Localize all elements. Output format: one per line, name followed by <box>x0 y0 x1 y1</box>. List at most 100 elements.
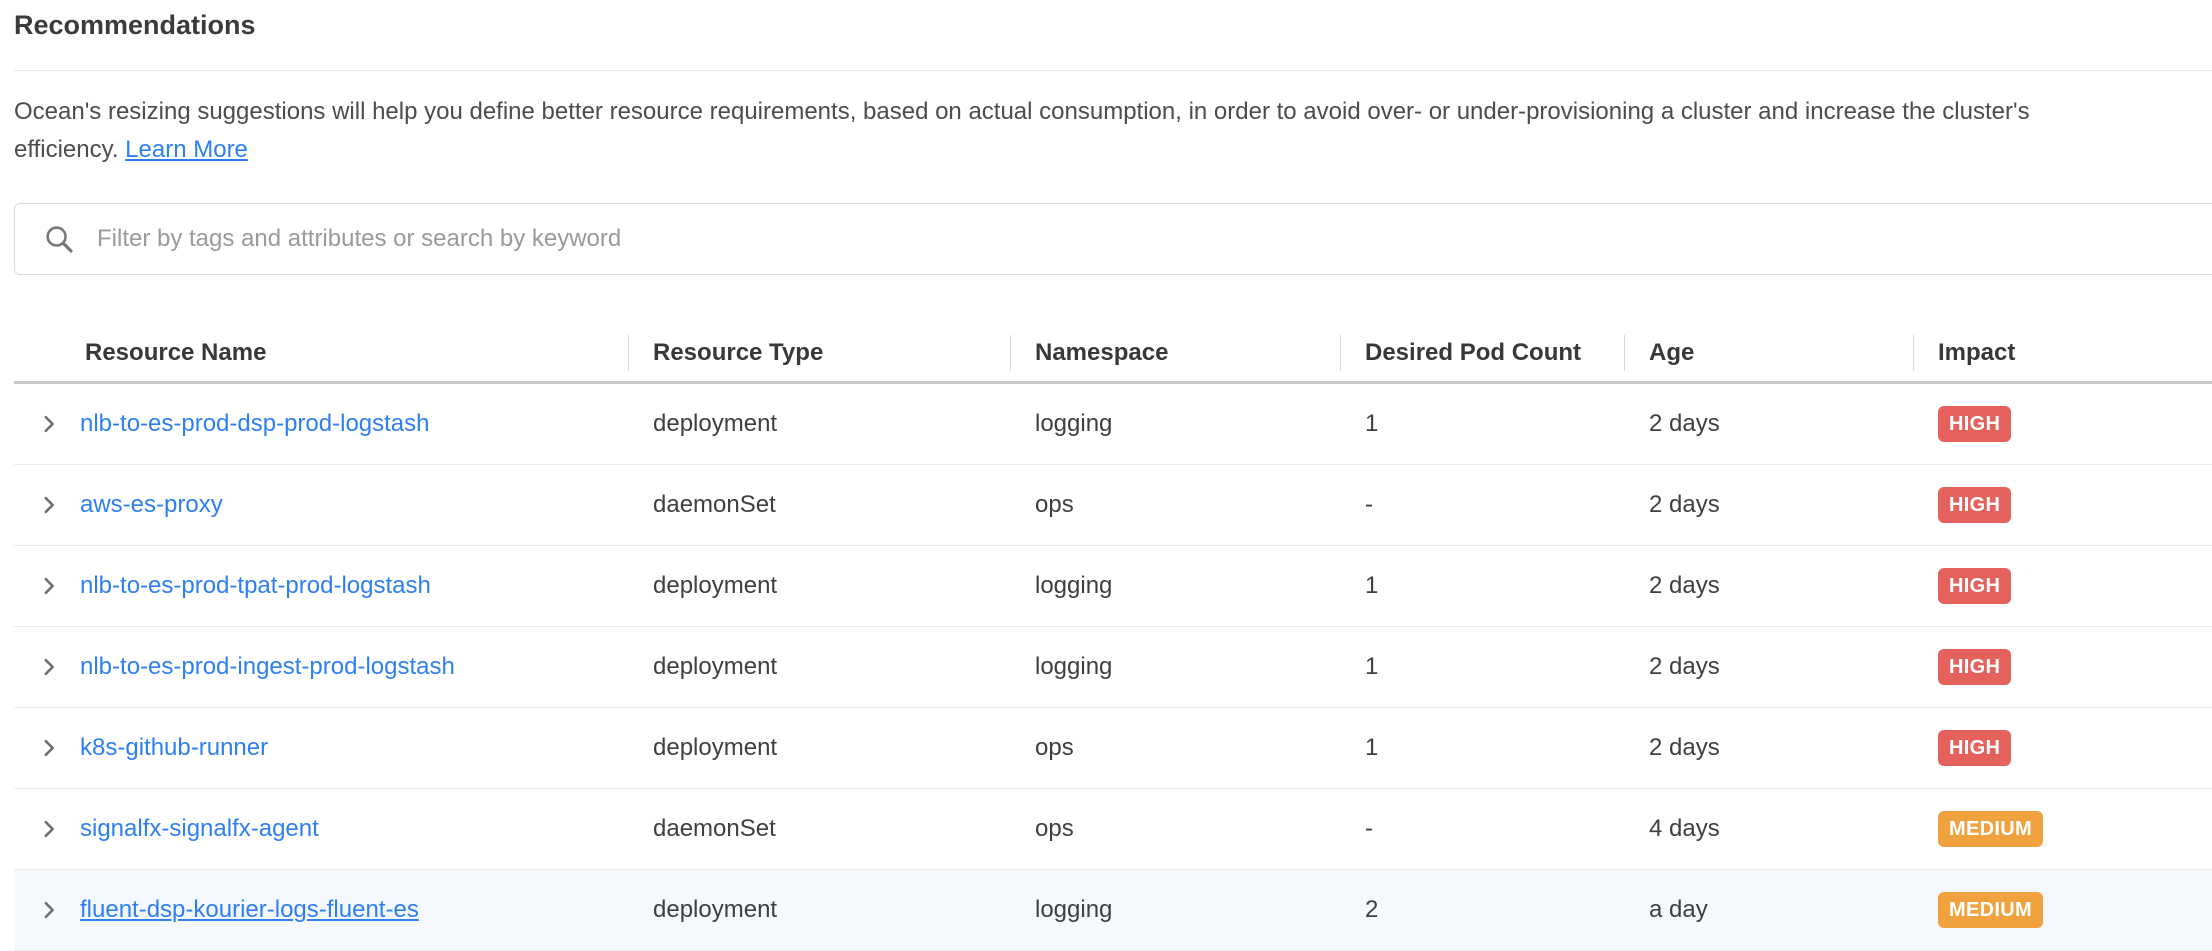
resource-name-link[interactable]: k8s-github-runner <box>80 734 268 762</box>
resource-name-cell: nlb-to-es-prod-dsp-prod-logstash <box>14 384 628 464</box>
pod-count-cell: 1 <box>1340 627 1624 707</box>
column-header-label: Impact <box>1938 339 2015 367</box>
column-header-age: Age <box>1624 325 1913 381</box>
chevron-right-icon[interactable] <box>38 899 60 921</box>
column-header-label: Resource Type <box>653 339 823 367</box>
table-row: aws-es-proxy daemonSetops-2 days HIGH <box>14 465 2212 546</box>
chevron-right-icon[interactable] <box>38 494 60 516</box>
chevron-right-icon[interactable] <box>38 737 60 759</box>
table-body: nlb-to-es-prod-dsp-prod-logstash deployme… <box>14 384 2212 951</box>
resource-name-link[interactable]: signalfx-signalfx-agent <box>80 815 319 843</box>
impact-badge: HIGH <box>1938 730 2011 766</box>
column-separator <box>1010 335 1011 371</box>
age-cell: 2 days <box>1624 384 1913 464</box>
resource-name-link[interactable]: nlb-to-es-prod-tpat-prod-logstash <box>80 572 431 600</box>
resource-name-cell: k8s-github-runner <box>14 708 628 788</box>
pod-count-cell: 2 <box>1340 870 1624 950</box>
impact-cell: MEDIUM <box>1913 789 2212 869</box>
chevron-right-icon[interactable] <box>38 575 60 597</box>
table-row: nlb-to-es-prod-tpat-prod-logstash deploym… <box>14 546 2212 627</box>
impact-badge: MEDIUM <box>1938 811 2043 847</box>
description-line1: Ocean's resizing suggestions will help y… <box>14 98 2030 125</box>
chevron-right-icon[interactable] <box>38 818 60 840</box>
pod-count-cell: 1 <box>1340 384 1624 464</box>
recommendations-page: Recommendations Ocean's resizing suggest… <box>0 0 2212 951</box>
impact-cell: HIGH <box>1913 708 2212 788</box>
column-header-namespace: Namespace <box>1010 325 1340 381</box>
column-separator <box>1913 335 1914 371</box>
resource-name-cell: nlb-to-es-prod-tpat-prod-logstash <box>14 546 628 626</box>
impact-badge: HIGH <box>1938 568 2011 604</box>
resource-name-cell: aws-es-proxy <box>14 465 628 545</box>
column-header-label: Desired Pod Count <box>1365 339 1581 367</box>
table-row: nlb-to-es-prod-dsp-prod-logstash deployme… <box>14 384 2212 465</box>
resource-name-link[interactable]: nlb-to-es-prod-ingest-prod-logstash <box>80 653 455 681</box>
pod-count-cell: 1 <box>1340 546 1624 626</box>
learn-more-link[interactable]: Learn More <box>125 136 248 163</box>
column-header-impact: Impact <box>1913 325 2212 381</box>
namespace-cell: ops <box>1010 708 1340 788</box>
column-header-label: Namespace <box>1035 339 1168 367</box>
title-divider <box>14 70 2212 71</box>
filter-search-box[interactable] <box>14 203 2212 275</box>
resource-type-cell: deployment <box>628 546 1010 626</box>
resource-name-link[interactable]: nlb-to-es-prod-dsp-prod-logstash <box>80 410 430 438</box>
impact-badge: HIGH <box>1938 487 2011 523</box>
resource-name-cell: fluent-dsp-kourier-logs-fluent-es <box>14 870 628 950</box>
table-row: k8s-github-runner deploymentops12 days HIG… <box>14 708 2212 789</box>
impact-cell: HIGH <box>1913 627 2212 707</box>
age-cell: 2 days <box>1624 627 1913 707</box>
pod-count-cell: - <box>1340 789 1624 869</box>
impact-cell: MEDIUM <box>1913 870 2212 950</box>
resource-type-cell: deployment <box>628 870 1010 950</box>
description-line2: efficiency. <box>14 136 119 163</box>
table-header: Resource Name Resource Type Namespace Desir… <box>14 325 2212 384</box>
table-row: signalfx-signalfx-agent daemonSetops-4 da… <box>14 789 2212 870</box>
column-header-label: Age <box>1649 339 1694 367</box>
column-header-label: Resource Name <box>85 339 266 367</box>
resource-type-cell: deployment <box>628 384 1010 464</box>
column-separator <box>628 335 629 371</box>
page-title: Recommendations <box>14 0 2212 42</box>
age-cell: 2 days <box>1624 708 1913 788</box>
resource-type-cell: deployment <box>628 627 1010 707</box>
column-separator <box>1624 335 1625 371</box>
impact-badge: HIGH <box>1938 649 2011 685</box>
search-icon <box>43 223 75 255</box>
chevron-right-icon[interactable] <box>38 413 60 435</box>
age-cell: 4 days <box>1624 789 1913 869</box>
impact-badge: HIGH <box>1938 406 2011 442</box>
resource-type-cell: deployment <box>628 708 1010 788</box>
column-separator <box>1340 335 1341 371</box>
table-row: nlb-to-es-prod-ingest-prod-logstash deplo… <box>14 627 2212 708</box>
resource-name-cell: signalfx-signalfx-agent <box>14 789 628 869</box>
filter-search-input[interactable] <box>95 224 2212 254</box>
namespace-cell: logging <box>1010 627 1340 707</box>
resource-name-link[interactable]: fluent-dsp-kourier-logs-fluent-es <box>80 896 419 924</box>
namespace-cell: logging <box>1010 870 1340 950</box>
age-cell: 2 days <box>1624 465 1913 545</box>
pod-count-cell: 1 <box>1340 708 1624 788</box>
column-header-type: Resource Type <box>628 325 1010 381</box>
impact-cell: HIGH <box>1913 384 2212 464</box>
age-cell: a day <box>1624 870 1913 950</box>
column-header-pods: Desired Pod Count <box>1340 325 1624 381</box>
table-row: fluent-dsp-kourier-logs-fluent-es deploym… <box>14 870 2212 951</box>
description-text: Ocean's resizing suggestions will help y… <box>14 93 2212 169</box>
impact-cell: HIGH <box>1913 546 2212 626</box>
resource-type-cell: daemonSet <box>628 465 1010 545</box>
namespace-cell: logging <box>1010 384 1340 464</box>
pod-count-cell: - <box>1340 465 1624 545</box>
namespace-cell: ops <box>1010 789 1340 869</box>
impact-badge: MEDIUM <box>1938 892 2043 928</box>
column-header-name: Resource Name <box>14 325 628 381</box>
recommendations-table: Resource Name Resource Type Namespace Desir… <box>14 325 2212 951</box>
chevron-right-icon[interactable] <box>38 656 60 678</box>
resource-name-cell: nlb-to-es-prod-ingest-prod-logstash <box>14 627 628 707</box>
impact-cell: HIGH <box>1913 465 2212 545</box>
resource-name-link[interactable]: aws-es-proxy <box>80 491 223 519</box>
age-cell: 2 days <box>1624 546 1913 626</box>
resource-type-cell: daemonSet <box>628 789 1010 869</box>
namespace-cell: ops <box>1010 465 1340 545</box>
namespace-cell: logging <box>1010 546 1340 626</box>
